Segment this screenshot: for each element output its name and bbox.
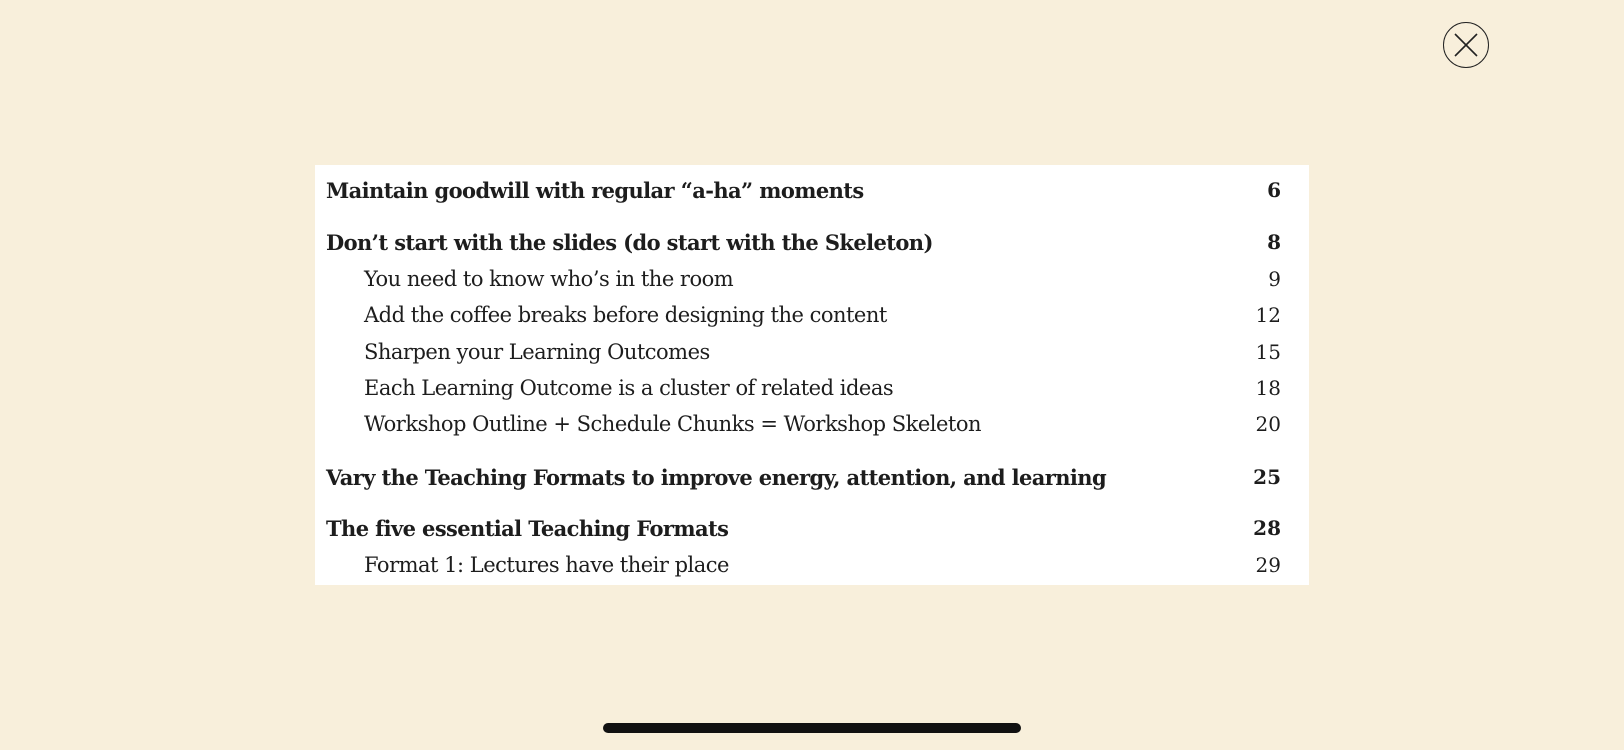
- toc-entry-title: The five essential Teaching Formats: [326, 515, 729, 541]
- toc-entry-title: Don’t start with the slides (do start wi…: [326, 229, 933, 255]
- toc-entry: Sharpen your Learning Outcomes 15: [315, 335, 1309, 369]
- toc-entry: The five essential Teaching Formats 28: [315, 511, 1309, 545]
- home-indicator[interactable]: [603, 723, 1021, 733]
- toc-entry-page: 25: [1253, 465, 1281, 489]
- toc-entry-page: 18: [1255, 376, 1281, 400]
- toc-entry-page: 20: [1255, 412, 1281, 436]
- toc-entry-page: 9: [1268, 267, 1281, 291]
- toc-entry-page: 12: [1255, 303, 1281, 327]
- toc-entry-title: Sharpen your Learning Outcomes: [364, 340, 710, 364]
- toc-entry-title: Maintain goodwill with regular “a-ha” mo…: [326, 177, 864, 203]
- toc-entry-title: You need to know who’s in the room: [364, 267, 734, 291]
- toc-entry-page: 29: [1255, 553, 1281, 577]
- close-icon: [1454, 33, 1478, 57]
- close-button[interactable]: [1443, 22, 1489, 68]
- toc-entry: Add the coffee breaks before designing t…: [315, 298, 1309, 332]
- toc-entry: You need to know who’s in the room 9: [315, 262, 1309, 296]
- toc-entry-page: 15: [1255, 340, 1281, 364]
- toc-entry: Maintain goodwill with regular “a-ha” mo…: [315, 173, 1309, 207]
- toc-entry: Format 1: Lectures have their place 29: [315, 548, 1309, 582]
- toc-entry-title: Each Learning Outcome is a cluster of re…: [364, 376, 894, 400]
- toc-entry: Don’t start with the slides (do start wi…: [315, 225, 1309, 259]
- toc-entry-title: Vary the Teaching Formats to improve ene…: [326, 464, 1107, 490]
- toc-entry: Each Learning Outcome is a cluster of re…: [315, 371, 1309, 405]
- toc-entry-title: Workshop Outline + Schedule Chunks = Wor…: [364, 412, 982, 436]
- toc-entry-page: 28: [1253, 516, 1281, 540]
- toc-entry-page: 8: [1267, 230, 1281, 254]
- toc-entry-title: Format 1: Lectures have their place: [364, 553, 729, 577]
- toc-entry-title: Add the coffee breaks before designing t…: [364, 303, 887, 327]
- toc-entry: Vary the Teaching Formats to improve ene…: [315, 460, 1309, 494]
- toc-entry: Workshop Outline + Schedule Chunks = Wor…: [315, 407, 1309, 441]
- toc-entry-page: 6: [1267, 178, 1281, 202]
- toc-image: Maintain goodwill with regular “a-ha” mo…: [315, 165, 1309, 585]
